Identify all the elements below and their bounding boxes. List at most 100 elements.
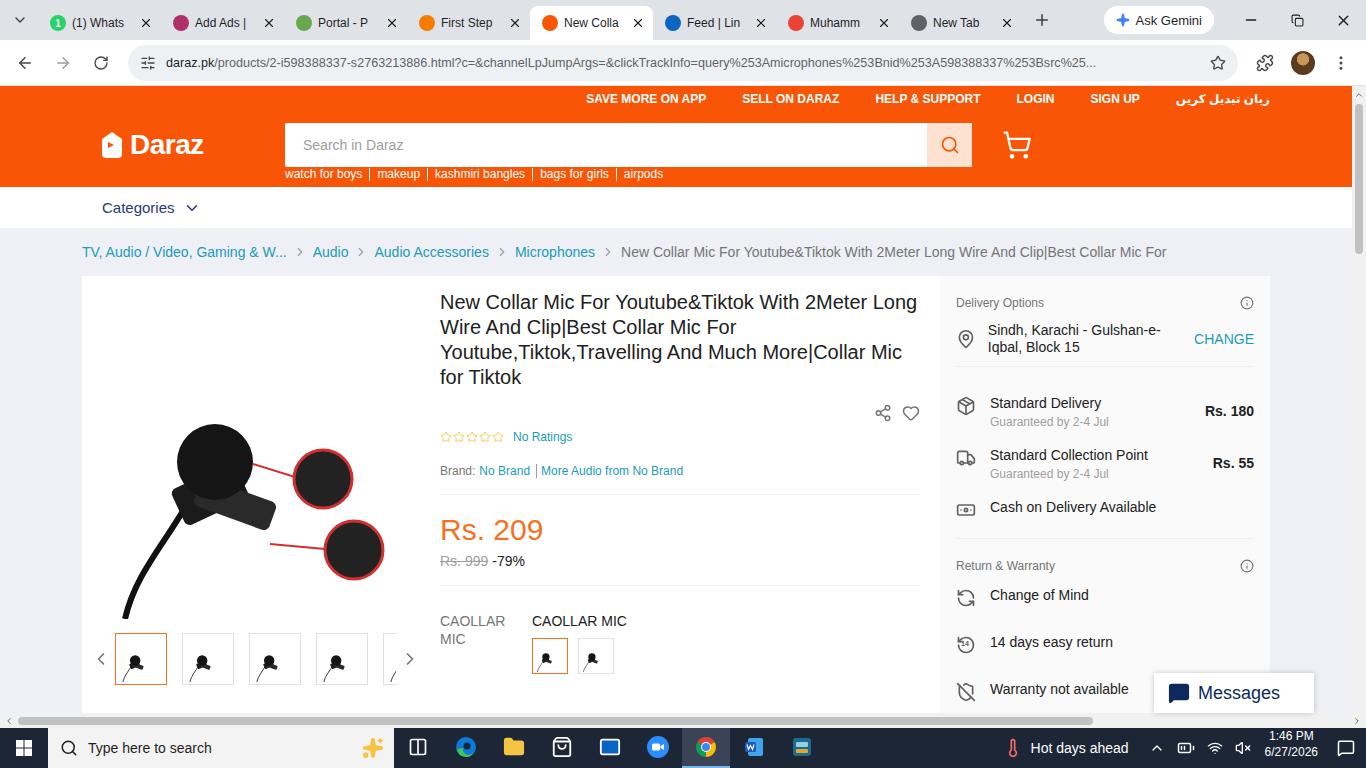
breadcrumb-item[interactable]: Audio Accessories [374,244,488,260]
gallery-next-button[interactable] [400,649,420,669]
suggestion-link[interactable]: bags for girls [532,168,616,181]
browser-tab[interactable]: Feed | Lin [653,6,776,40]
search-box[interactable]: Search in Daraz [285,123,972,167]
variation-option[interactable] [532,638,568,674]
variation-option[interactable] [578,638,614,674]
gallery-thumbnail[interactable] [383,633,396,685]
top-link[interactable]: HELP & SUPPORT [875,92,980,110]
minimize-button[interactable] [1228,0,1274,40]
taskbar-app[interactable] [634,728,682,768]
gallery-prev-button[interactable] [91,649,111,669]
more-from-brand-link[interactable]: More Audio from No Brand [536,464,683,478]
site-info-icon[interactable] [140,55,156,71]
breadcrumb-item[interactable]: Audio [313,244,349,260]
wishlist-heart-icon[interactable] [902,404,920,422]
tab-search-button[interactable] [6,6,34,34]
change-location-link[interactable]: CHANGE [1194,331,1254,348]
breadcrumb-item[interactable]: Microphones [515,244,595,260]
scroll-thumb[interactable] [18,717,1093,725]
gallery-thumbnail[interactable] [182,633,234,685]
taskbar-app[interactable] [586,728,634,768]
gallery-thumbnail[interactable] [316,633,368,685]
product-image[interactable] [95,284,420,619]
web-page: SAVE MORE ON APP SELL ON DARAZ HELP & SUPP… [0,86,1352,713]
share-icon[interactable] [874,404,892,422]
notifications-button[interactable] [1326,728,1366,768]
taskbar-app[interactable] [682,728,730,768]
close-button[interactable] [1320,0,1366,40]
close-tab-icon[interactable] [877,16,891,30]
suggestion-link[interactable]: kashmiri bangles [427,168,532,181]
browser-tab[interactable]: Muhamm [776,6,899,40]
wifi-icon[interactable] [1207,740,1223,756]
top-link[interactable]: SAVE MORE ON APP [586,92,706,110]
new-tab-button[interactable] [1028,6,1056,34]
show-hidden-icons-icon[interactable] [1149,740,1165,756]
browser-tab[interactable]: New Colla [530,6,653,40]
clock[interactable]: 1:46 PM6/27/2026 [1257,728,1326,768]
horizontal-scrollbar[interactable] [0,713,1366,728]
weather-widget[interactable]: Hot days ahead [989,728,1143,768]
restore-button[interactable] [1274,0,1320,40]
close-tab-icon[interactable] [631,16,645,30]
bookmark-star-icon[interactable] [1210,55,1226,71]
breadcrumb-item[interactable]: TV, Audio / Video, Gaming & W... [82,244,287,260]
taskbar-app[interactable] [394,728,442,768]
close-tab-icon[interactable] [1000,16,1014,30]
gallery-thumbnail[interactable] [249,633,301,685]
brand-link[interactable]: No Brand [479,464,530,478]
omnibox[interactable]: daraz.pk/products/2-i598388337-s27632138… [128,45,1238,81]
browser-tab[interactable]: 1(1) Whats [38,6,161,40]
search-button[interactable] [927,123,972,167]
top-link[interactable]: SIGN UP [1091,92,1140,110]
cart-button[interactable] [1002,130,1032,160]
close-tab-icon[interactable] [139,16,153,30]
browser-tab[interactable]: New Tab [899,6,1022,40]
taskbar-app[interactable] [538,728,586,768]
taskbar-app[interactable] [442,728,490,768]
rating[interactable]: No Ratings [440,430,572,444]
browser-tab[interactable]: First Step [407,6,530,40]
menu-button[interactable] [1324,46,1358,80]
scroll-thumb[interactable] [1355,104,1363,254]
scroll-up-icon[interactable] [1354,90,1364,100]
top-link[interactable]: زبان تبدیل کریں [1176,92,1270,110]
restore-icon [1291,14,1304,27]
taskbar-app[interactable] [730,728,778,768]
close-tab-icon[interactable] [385,16,399,30]
top-link[interactable]: LOGIN [1017,92,1055,110]
search-input[interactable]: Search in Daraz [285,123,927,167]
messages-button[interactable]: Messages [1154,673,1314,713]
extensions-button[interactable] [1248,46,1282,80]
close-tab-icon[interactable] [508,16,522,30]
volume-muted-icon[interactable] [1235,740,1251,756]
top-link[interactable]: SELL ON DARAZ [742,92,839,110]
vertical-scrollbar[interactable] [1352,86,1366,713]
rating-text[interactable]: No Ratings [513,430,572,444]
gemini-button[interactable]: Ask Gemini [1104,6,1214,34]
battery-icon[interactable] [1177,739,1195,757]
daraz-logo[interactable]: Daraz [82,129,285,161]
info-icon[interactable] [1240,296,1254,310]
close-tab-icon[interactable] [754,16,768,30]
scroll-right-icon[interactable] [1352,716,1362,726]
browser-tab[interactable]: Add Ads | [161,6,284,40]
suggestion-link[interactable]: watch for boys [285,168,369,181]
taskbar-app[interactable] [778,728,826,768]
profile-button[interactable] [1286,46,1320,80]
back-button[interactable] [8,46,42,80]
suggestion-link[interactable]: makeup [369,168,427,181]
cash-icon [956,500,976,520]
close-tab-icon[interactable] [262,16,276,30]
scroll-left-icon[interactable] [4,716,14,726]
start-button[interactable] [0,728,48,768]
categories-button[interactable]: Categories [82,199,1270,217]
forward-button[interactable] [46,46,80,80]
taskbar-search[interactable]: Type here to search [48,728,394,768]
suggestion-link[interactable]: airpods [616,168,670,181]
browser-tab[interactable]: Portal - P [284,6,407,40]
info-icon[interactable] [1240,559,1254,573]
reload-button[interactable] [84,46,118,80]
taskbar-app[interactable] [490,728,538,768]
gallery-thumbnail[interactable] [115,633,167,685]
